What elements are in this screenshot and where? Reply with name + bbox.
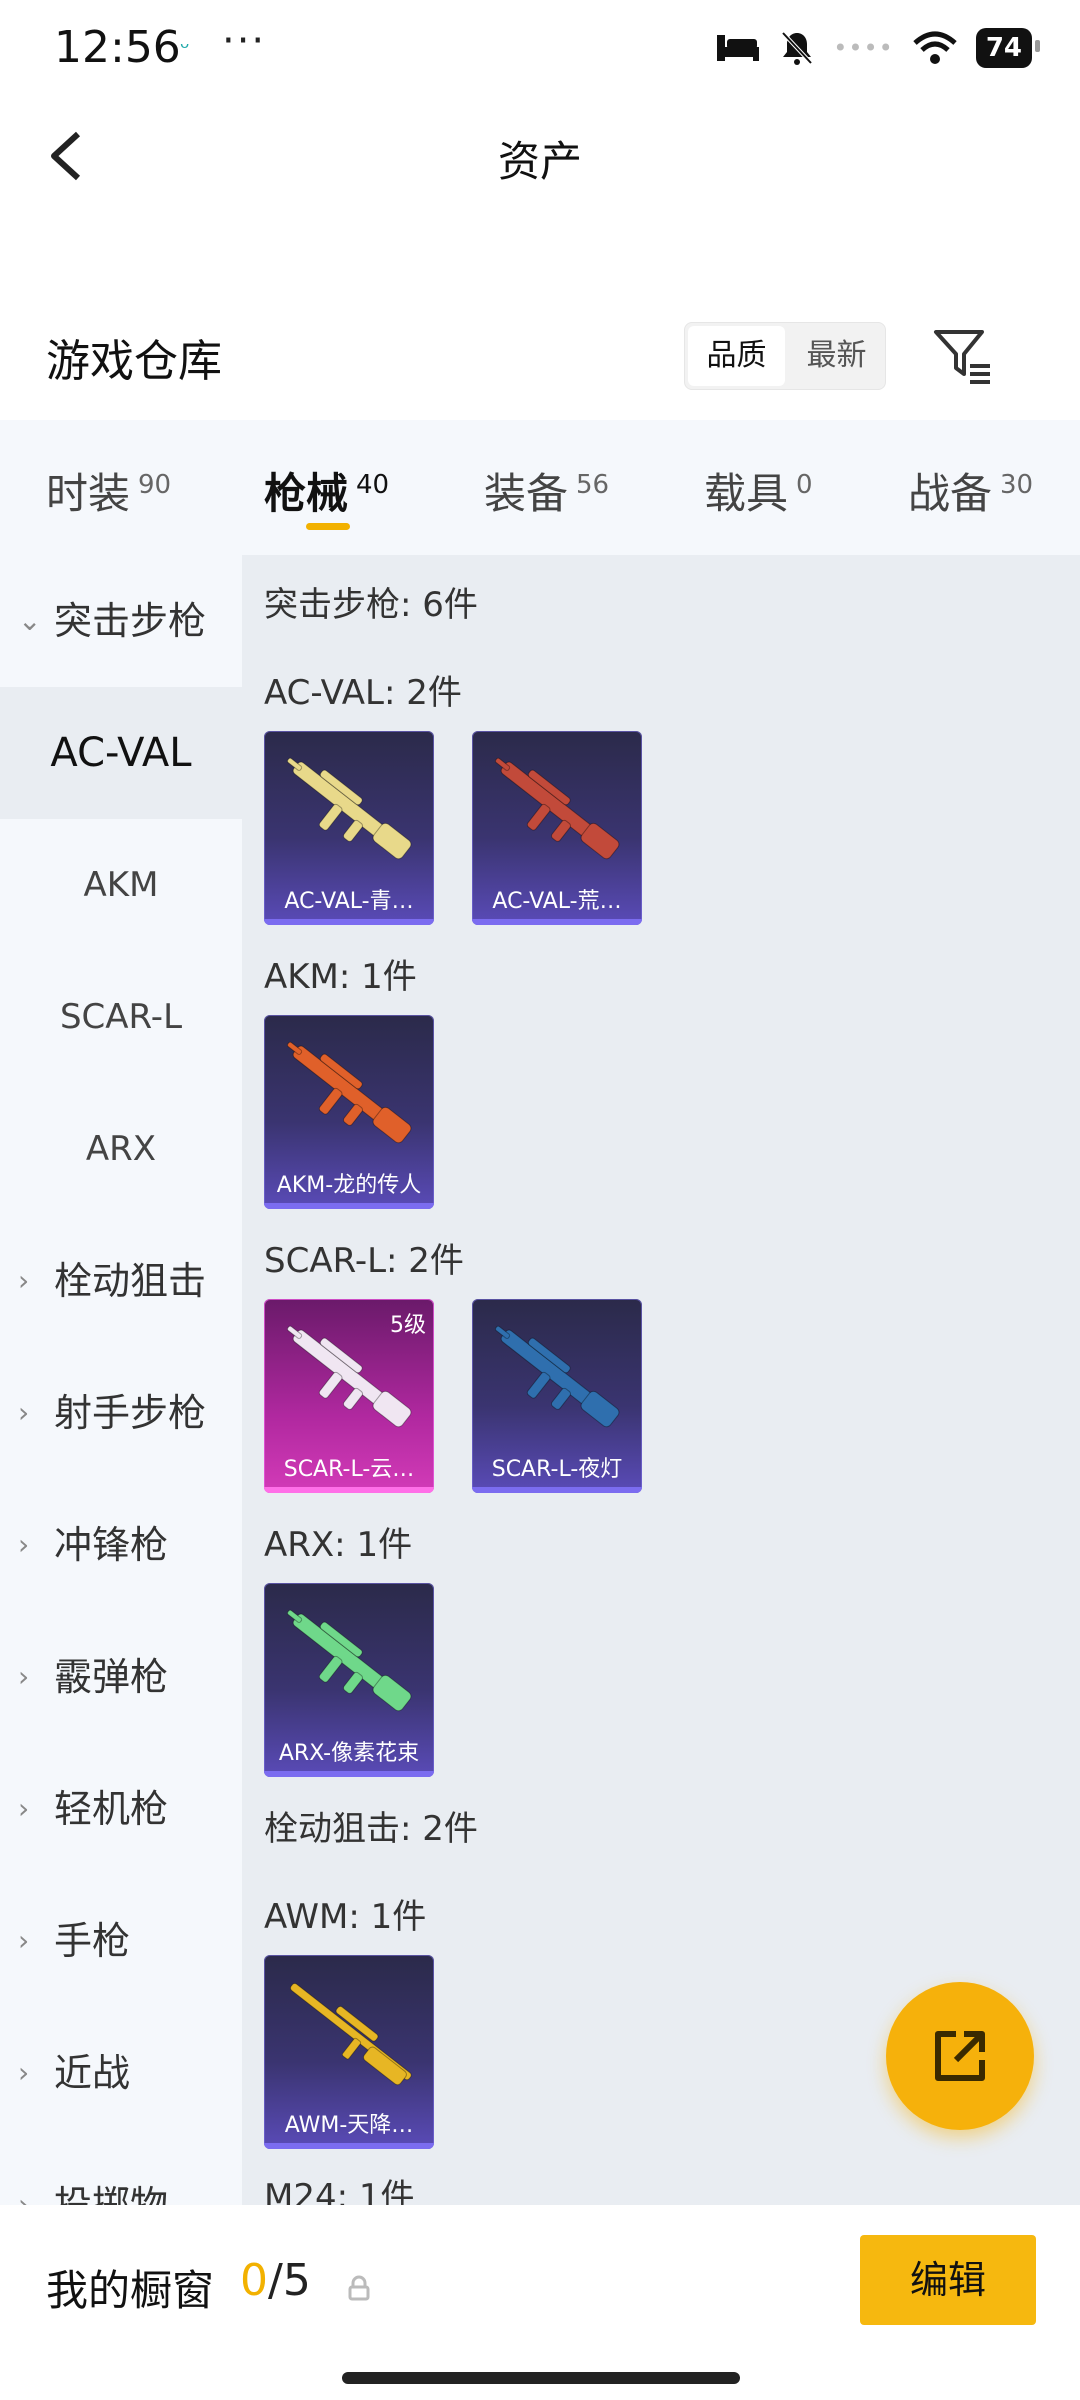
page-title: 资产 — [497, 137, 582, 186]
showcase-bar: 我的橱窗 0/5 编辑 — [0, 2205, 1080, 2400]
weapon-card-name: AWM-天降… — [284, 2113, 414, 2138]
sidebar-item-throwable[interactable]: › 投掷物 — [0, 2139, 242, 2205]
chevron-right-icon: › — [18, 1396, 30, 1429]
weapon-card[interactable]: SCAR-L-夜灯 — [472, 1299, 642, 1493]
weapon-card[interactable]: ARX-像素花束 — [264, 1583, 434, 1777]
active-tab-indicator — [306, 523, 350, 530]
weapon-category-sidebar: ⌄ 突击步枪 AC-VAL AKM SCAR-L ARX › 栓动狙击 › 射手步枪 … — [0, 555, 242, 2205]
weapon-card-name: AC-VAL-青… — [284, 889, 414, 914]
weapon-card-name: AC-VAL-荒… — [492, 889, 622, 914]
tab-vehicles[interactable]: 载具 0 — [704, 460, 813, 521]
rifle-skin-image — [287, 1609, 412, 1712]
sniper-skin-image — [289, 1983, 412, 2086]
weapon-card[interactable]: AC-VAL-荒… — [472, 731, 642, 925]
chevron-right-icon: › — [18, 2188, 30, 2205]
status-time: 12:56 — [54, 22, 181, 73]
wifi-icon — [913, 31, 957, 64]
group-header-awm: AWM: 1件 — [264, 1897, 427, 1937]
status-bar: 12:56 ᵕ ··· •••• 74 — [0, 0, 1080, 100]
tab-firearms[interactable]: 枪械 40 — [264, 460, 389, 521]
rifle-skin-image — [495, 1325, 620, 1428]
weapon-card-name: SCAR-L-云… — [283, 1457, 415, 1482]
group-header-scar-l: SCAR-L: 2件 — [264, 1241, 464, 1281]
sidebar-item-pistol[interactable]: › 手枪 — [0, 1875, 242, 2007]
chevron-right-icon: › — [18, 1264, 30, 1297]
chevron-right-icon: › — [18, 2056, 30, 2089]
weapon-card-name: ARX-像素花束 — [278, 1741, 420, 1766]
weapon-card[interactable]: AC-VAL-青… — [264, 731, 434, 925]
status-indicator: ᵕ — [180, 34, 190, 62]
sort-newest-option[interactable]: 最新 — [788, 323, 885, 389]
bed-icon — [717, 35, 760, 61]
rifle-skin-image — [287, 1041, 412, 1144]
weapon-card[interactable]: 5级 SCAR-L-云… — [264, 1299, 434, 1493]
chevron-down-icon: ⌄ — [18, 604, 42, 637]
group-header-akm: AKM: 1件 — [264, 957, 417, 997]
mute-bell-icon — [781, 31, 813, 65]
lock-icon — [348, 2275, 370, 2301]
sidebar-item-assault-rifle[interactable]: ⌄ 突击步枪 — [0, 555, 242, 687]
group-header-m24: M24: 1件 — [264, 2177, 415, 2205]
tab-fashion[interactable]: 时装 90 — [46, 460, 171, 521]
share-fab-button[interactable] — [886, 1982, 1034, 2130]
sidebar-item-akm[interactable]: AKM — [0, 819, 242, 951]
sidebar-item-smg[interactable]: › 冲锋枪 — [0, 1479, 242, 1611]
sidebar-item-marksman-rifle[interactable]: › 射手步枪 — [0, 1347, 242, 1479]
rifle-skin-image — [287, 1325, 412, 1428]
weapon-card[interactable]: AWM-天降… — [264, 1955, 434, 2149]
top-nav: 资产 — [0, 100, 1080, 210]
warehouse-title: 游戏仓库 — [46, 336, 222, 387]
tab-equipment[interactable]: 装备 56 — [484, 460, 609, 521]
sidebar-item-lmg[interactable]: › 轻机枪 — [0, 1743, 242, 1875]
sort-toggle[interactable]: 品质 最新 — [684, 322, 886, 390]
group-header-arx: ARX: 1件 — [264, 1525, 413, 1565]
sidebar-item-scar-l[interactable]: SCAR-L — [0, 951, 242, 1083]
category-tabs: 时装 90 枪械 40 装备 56 载具 0 战备 30 — [0, 420, 1080, 555]
sidebar-item-arx[interactable]: ARX — [0, 1083, 242, 1215]
home-indicator — [342, 2372, 740, 2384]
section-header-assault-rifle: 突击步枪: 6件 — [264, 585, 478, 625]
edit-button[interactable]: 编辑 — [860, 2235, 1036, 2325]
showcase-count: 0/5 — [240, 2255, 311, 2306]
battery-indicator: 74 — [975, 28, 1041, 68]
chevron-right-icon: › — [18, 1660, 30, 1693]
weapon-list: 突击步枪: 6件 AC-VAL: 2件 AC-VAL-青… AC-VAL-荒… … — [242, 555, 1080, 2205]
chevron-right-icon: › — [18, 1528, 30, 1561]
signal-dots: •••• — [833, 34, 894, 62]
weapon-card-name: AKM-龙的传人 — [276, 1173, 422, 1198]
tab-combat-prep[interactable]: 战备 30 — [908, 460, 1033, 521]
status-more-dots: ··· — [222, 18, 267, 64]
showcase-label: 我的橱窗 — [46, 2266, 215, 2315]
chevron-right-icon: › — [18, 1924, 30, 1957]
rifle-skin-image — [495, 757, 620, 860]
filter-icon[interactable] — [930, 322, 996, 388]
sidebar-item-shotgun[interactable]: › 霰弹枪 — [0, 1611, 242, 1743]
weapon-card-name: SCAR-L-夜灯 — [491, 1457, 623, 1482]
group-header-ac-val: AC-VAL: 2件 — [264, 673, 462, 713]
chevron-right-icon: › — [18, 1792, 30, 1825]
share-external-icon — [935, 2031, 985, 2081]
weapon-card[interactable]: AKM-龙的传人 — [264, 1015, 434, 1209]
rifle-skin-image — [287, 757, 412, 860]
sidebar-item-ac-val[interactable]: AC-VAL — [0, 687, 242, 819]
section-header-bolt-sniper: 栓动狙击: 2件 — [264, 1809, 478, 1849]
sidebar-item-melee[interactable]: › 近战 — [0, 2007, 242, 2139]
sort-quality-option[interactable]: 品质 — [688, 326, 785, 386]
sidebar-item-bolt-sniper[interactable]: › 栓动狙击 — [0, 1215, 242, 1347]
status-icons: •••• 74 — [715, 28, 1041, 68]
